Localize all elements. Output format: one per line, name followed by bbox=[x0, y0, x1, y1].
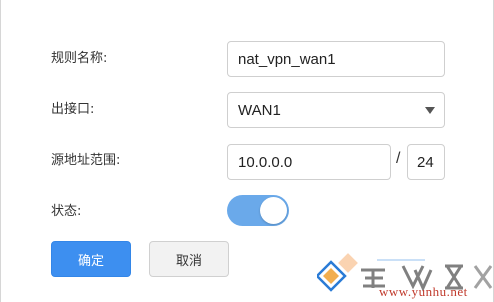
out-interface-select[interactable]: WAN1 bbox=[227, 92, 445, 128]
cancel-button[interactable]: 取消 bbox=[149, 241, 229, 277]
source-range-label: 源地址范围: bbox=[51, 153, 121, 168]
cancel-button-label: 取消 bbox=[175, 253, 202, 269]
rule-name-field[interactable]: nat_vpn_wan1 bbox=[227, 41, 445, 77]
watermark: www.yunhu.net bbox=[315, 248, 493, 300]
dropdown-arrow-icon bbox=[425, 107, 435, 114]
confirm-button-label: 确定 bbox=[77, 253, 104, 269]
rule-name-label: 规则名称: bbox=[51, 51, 108, 66]
source-ip-value: 10.0.0.0 bbox=[238, 153, 293, 171]
status-toggle[interactable] bbox=[227, 195, 289, 226]
status-label: 状态: bbox=[51, 204, 82, 219]
out-interface-value: WAN1 bbox=[238, 101, 281, 119]
watermark-text: www.yunhu.net bbox=[379, 284, 468, 299]
nat-rule-dialog: 规则名称: nat_vpn_wan1 出接口: WAN1 源地址范围: 10.0… bbox=[0, 0, 494, 302]
toggle-knob bbox=[260, 197, 287, 224]
source-ip-field[interactable]: 10.0.0.0 bbox=[227, 144, 391, 180]
subnet-mask-field[interactable]: 24 bbox=[407, 144, 445, 180]
out-interface-label: 出接口: bbox=[51, 102, 95, 117]
rule-name-value: nat_vpn_wan1 bbox=[238, 50, 336, 68]
subnet-separator: / bbox=[396, 150, 401, 167]
confirm-button[interactable]: 确定 bbox=[51, 241, 131, 277]
subnet-mask-value: 24 bbox=[417, 153, 434, 171]
